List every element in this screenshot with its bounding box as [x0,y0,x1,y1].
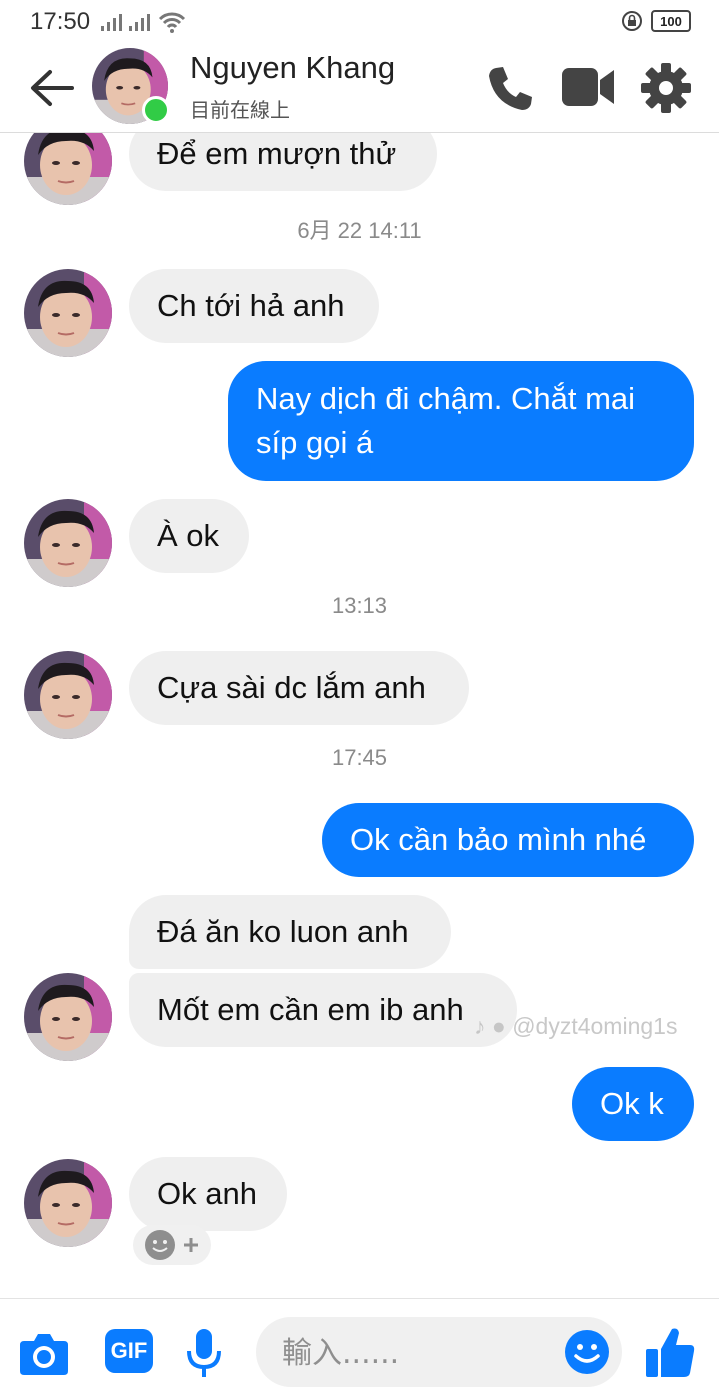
message-bubble-incoming[interactable]: À ok [129,499,249,573]
contact-name[interactable]: Nguyen Khang [190,50,395,86]
message-bubble-outgoing[interactable]: Ok cần bảo mình nhé [322,803,694,877]
message-bubble-incoming[interactable]: Mốt em cần em ib anh [129,973,517,1047]
tiktok-watermark: ♪ ● @dyzt4oming1s [474,1013,677,1040]
sender-avatar[interactable] [24,1159,112,1247]
message-bubble-incoming[interactable]: Cựa sài dc lắm anh [129,651,469,725]
watermark-handle: @dyzt4oming1s [512,1013,678,1039]
message-input-container[interactable] [256,1317,622,1387]
microphone-icon[interactable] [184,1327,224,1379]
message-bubble-incoming[interactable]: Đá ăn ko luon anh [129,895,451,969]
timestamp: 6月 22 14:11 [297,218,422,243]
video-camera-icon[interactable] [560,64,616,110]
avatar-image [24,133,112,205]
avatar-image [24,1159,112,1247]
user-icon: ● [491,1013,506,1039]
back-arrow-icon[interactable] [28,66,76,110]
sender-avatar[interactable] [24,973,112,1061]
chat-header: Nguyen Khang 目前在線上 [0,44,719,133]
avatar-image [24,651,112,739]
message-bubble-incoming[interactable]: Ch tới hả anh [129,269,379,343]
avatar-image [24,269,112,357]
message-bubble-incoming[interactable]: Để em mượn thử [129,133,437,191]
sender-avatar[interactable] [24,499,112,587]
battery-indicator: 100 [651,10,691,32]
status-bar: 17:50 100 [0,0,719,44]
wifi-icon [158,12,186,33]
avatar-image [24,499,112,587]
like-thumb-icon[interactable] [644,1325,696,1379]
gear-icon[interactable] [640,62,692,114]
timestamp: 17:45 [331,745,388,770]
message-list[interactable]: Để em mượn thử 6月 22 14:11 Ch tới hả anh… [0,133,719,1295]
status-time: 17:50 [30,8,91,35]
sender-avatar[interactable] [24,269,112,357]
screen-lock-icon [622,11,642,31]
message-bubble-outgoing[interactable]: Ok k [572,1067,694,1141]
signal-icon [101,14,122,31]
phone-icon[interactable] [484,62,536,114]
signal-icon-2 [129,14,150,31]
avatar-image [24,973,112,1061]
message-bubble-incoming[interactable]: Ok anh [129,1157,287,1231]
smiley-icon [145,1230,175,1260]
sender-avatar[interactable] [24,651,112,739]
contact-status: 目前在線上 [190,98,290,122]
add-reaction-button[interactable] [133,1225,211,1265]
message-input[interactable] [280,1331,554,1375]
online-status-dot [142,96,170,124]
emoji-icon[interactable] [564,1329,610,1375]
plus-icon [184,1238,198,1252]
timestamp: 13:13 [331,593,388,618]
camera-icon[interactable] [18,1329,70,1377]
sender-avatar[interactable] [24,133,112,205]
message-composer: GIF [0,1298,719,1387]
tiktok-logo-icon: ♪ [474,1013,486,1039]
message-bubble-outgoing[interactable]: Nay dịch đi chậm. Chắt mai síp gọi á [228,361,694,481]
contact-avatar[interactable] [92,48,170,124]
gif-button[interactable]: GIF [105,1329,153,1373]
